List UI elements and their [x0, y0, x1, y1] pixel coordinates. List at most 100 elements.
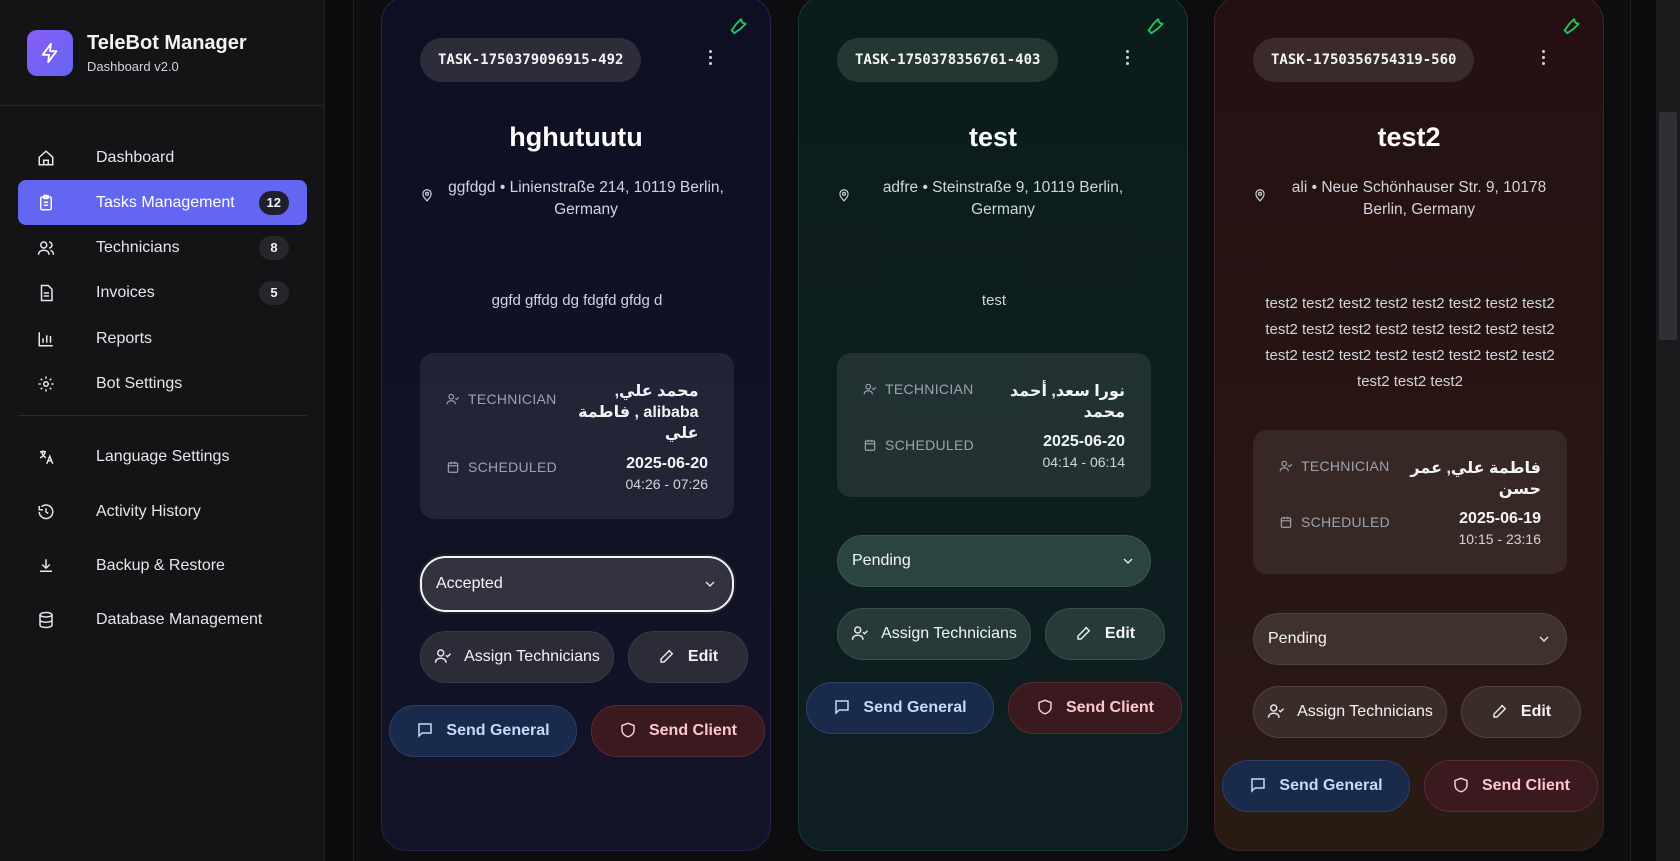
send-general-button[interactable]: Send General	[389, 705, 577, 757]
location-text: ggfdgd • Linienstraße 214, 10119 Berlin,…	[448, 179, 724, 218]
edit-button[interactable]: Edit	[628, 631, 748, 683]
send-client-button[interactable]: Send Client	[1424, 760, 1598, 812]
calendar-icon	[863, 438, 877, 452]
task-info-box: TECHNICIAN نورا سعد, أحمد محمد SCHEDULED…	[837, 353, 1151, 497]
assign-technicians-button[interactable]: Assign Technicians	[420, 631, 614, 683]
user-check-icon	[1279, 459, 1293, 473]
task-info-box: TECHNICIAN محمد علي, alibaba , فاطمة علي…	[420, 353, 734, 519]
sidebar-item-language[interactable]: Language Settings	[18, 434, 307, 479]
chevron-down-icon	[1536, 631, 1552, 647]
clipboard-icon	[36, 193, 56, 213]
scheduled-date: 2025-06-20	[626, 455, 708, 472]
users-icon	[36, 238, 56, 258]
calendar-icon	[446, 460, 460, 474]
lightning-icon	[27, 29, 73, 76]
user-check-icon	[434, 647, 454, 667]
send-client-button[interactable]: Send Client	[1008, 682, 1182, 734]
scheduled-label: SCHEDULED	[885, 437, 975, 453]
scheduled-time: 04:14 - 06:14	[1042, 454, 1125, 470]
task-id-pill: TASK-1750378356761-403	[837, 38, 1059, 82]
more-menu-icon[interactable]	[1533, 45, 1553, 69]
sidebar-divider	[18, 415, 307, 416]
scrollbar-thumb[interactable]	[1659, 112, 1677, 340]
sidebar-item-dashboard[interactable]: Dashboard	[18, 135, 307, 180]
scheduled-row: SCHEDULED 2025-06-19 10:15 - 23:16	[1279, 508, 1541, 550]
send-general-button[interactable]: Send General	[806, 682, 994, 734]
message-square-icon	[416, 721, 436, 741]
sidebar-item-tasks[interactable]: Tasks Management 12	[18, 180, 307, 225]
chevron-down-icon	[1120, 553, 1136, 569]
assign-technicians-button[interactable]: Assign Technicians	[837, 608, 1031, 660]
user-check-icon	[1267, 702, 1287, 722]
sidebar-item-technicians[interactable]: Technicians 8	[18, 225, 307, 270]
sidebar-item-database[interactable]: Database Management	[18, 597, 307, 642]
sidebar-item-invoices[interactable]: Invoices 5	[18, 270, 307, 315]
technician-names: محمد علي, alibaba , فاطمة علي	[578, 383, 699, 442]
map-pin-icon	[420, 187, 438, 221]
status-select[interactable]: Pending	[1253, 613, 1567, 665]
message-square-icon	[833, 698, 853, 718]
send-general-button[interactable]: Send General	[1222, 760, 1410, 812]
download-icon	[36, 556, 56, 576]
sidebar-item-backup[interactable]: Backup & Restore	[18, 543, 307, 588]
history-icon	[36, 502, 56, 522]
shield-icon	[619, 721, 639, 741]
assign-technicians-button[interactable]: Assign Technicians	[1253, 686, 1447, 738]
edit-button[interactable]: Edit	[1045, 608, 1165, 660]
task-card: TASK-1750356754319-560 test2 ali • Neue …	[1214, 0, 1604, 851]
sidebar-item-label: Database Management	[96, 610, 263, 628]
database-icon	[36, 610, 56, 630]
sidebar-item-label: Bot Settings	[96, 374, 183, 392]
count-badge: 12	[258, 190, 289, 215]
task-description: test	[981, 292, 1007, 309]
home-icon	[36, 148, 56, 168]
status-value: Pending	[852, 552, 911, 569]
sidebar-item-activity[interactable]: Activity History	[18, 489, 307, 534]
user-check-icon	[446, 392, 460, 406]
sidebar-item-bot-settings[interactable]: Bot Settings	[18, 361, 307, 406]
scheduled-row: SCHEDULED 2025-06-20 04:26 - 07:26	[446, 453, 708, 495]
user-check-icon	[863, 382, 877, 396]
shield-icon	[1036, 698, 1056, 718]
count-badge: 8	[259, 235, 289, 260]
shield-icon	[1452, 776, 1472, 796]
task-id-pill: TASK-1750356754319-560	[1253, 38, 1475, 82]
sidebar-item-reports[interactable]: Reports	[18, 316, 307, 361]
task-location: ali • Neue Schönhauser Str. 9, 10178 Ber…	[1253, 177, 1567, 221]
task-card: TASK-1750379096915-492 hghutuutu ggfdgd …	[381, 0, 771, 851]
task-info-box: TECHNICIAN فاطمة علي, عمر حسن SCHEDULED …	[1253, 430, 1567, 574]
status-select[interactable]: Pending	[837, 535, 1151, 587]
technician-row: TECHNICIAN نورا سعد, أحمد محمد	[863, 381, 1125, 423]
wrench-icon	[1145, 13, 1169, 37]
scrollbar[interactable]	[1656, 0, 1680, 861]
wrench-icon	[728, 13, 752, 37]
chevron-down-icon	[702, 576, 718, 592]
edit-icon	[1075, 624, 1095, 644]
task-description: test2 test2 test2 test2 test2 test2 test…	[1265, 295, 1555, 390]
calendar-icon	[1279, 515, 1293, 529]
task-title: hghutuutu	[509, 122, 643, 152]
location-text: adfre • Steinstraße 9, 10119 Berlin, Ger…	[882, 179, 1124, 218]
brand: TeleBot Manager Dashboard v2.0	[0, 0, 324, 106]
sidebar-item-label: Dashboard	[96, 148, 175, 166]
status-select[interactable]: Accepted	[420, 556, 734, 612]
task-id-pill: TASK-1750379096915-492	[420, 38, 642, 82]
status-value: Accepted	[436, 575, 503, 592]
user-check-icon	[851, 624, 871, 644]
sidebar-item-label: Tasks Management	[96, 193, 235, 211]
scheduled-time: 04:26 - 07:26	[625, 476, 708, 492]
scheduled-date: 2025-06-19	[1459, 510, 1541, 527]
technician-row: TECHNICIAN محمد علي, alibaba , فاطمة علي	[446, 381, 708, 444]
more-menu-icon[interactable]	[700, 45, 720, 69]
count-badge: 5	[259, 280, 289, 305]
translate-icon	[36, 447, 56, 467]
edit-button[interactable]: Edit	[1461, 686, 1581, 738]
task-location: adfre • Steinstraße 9, 10119 Berlin, Ger…	[837, 177, 1151, 221]
scheduled-time: 10:15 - 23:16	[1458, 531, 1541, 547]
send-client-button[interactable]: Send Client	[591, 705, 765, 757]
technician-row: TECHNICIAN فاطمة علي, عمر حسن	[1279, 458, 1541, 500]
sidebar: TeleBot Manager Dashboard v2.0 Dashboard…	[0, 0, 325, 861]
more-menu-icon[interactable]	[1117, 45, 1137, 69]
task-description: ggfd gffdg dg fdgfd gfdg d	[491, 292, 663, 309]
task-card: TASK-1750378356761-403 test adfre • Stei…	[798, 0, 1188, 851]
